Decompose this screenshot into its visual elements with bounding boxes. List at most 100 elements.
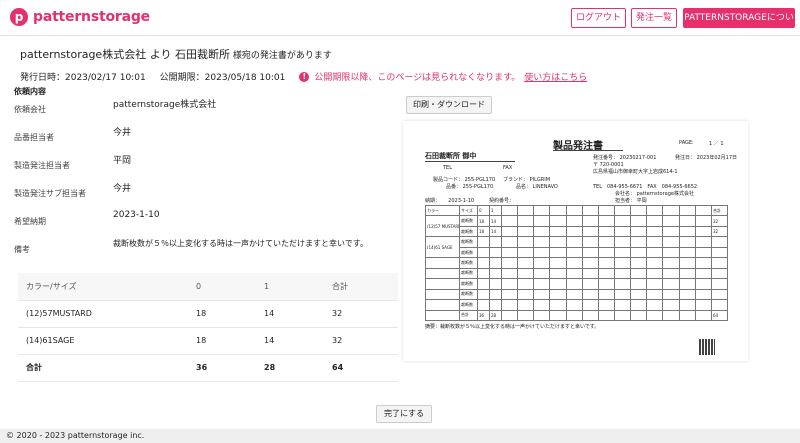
grid-total-cell: 28 (489, 309, 502, 322)
grid-cut-label: 裁断数 (459, 288, 478, 301)
footer: © 2020 - 2023 patternstorage inc. (0, 429, 800, 443)
grid-total-cell: 36 (477, 309, 490, 322)
app-header: p patternstorage ログアウト 発注一覧 PATTERNSTORA… (0, 0, 800, 41)
cell-color: (14)61SAGE (18, 327, 188, 355)
table-row: (14)61SAGE 18 14 32 (18, 327, 398, 355)
grid-row-total: 32 (711, 215, 728, 227)
logout-button[interactable]: ログアウト (571, 8, 626, 28)
grid-total-row: 合計 36 28 64 (425, 309, 728, 322)
row-label-product-manager: 品番担当者 (14, 133, 54, 142)
doc-fax: FAX (503, 165, 513, 171)
grid-size-0: 0 (477, 204, 490, 217)
grid-color-label: カラー (425, 204, 460, 217)
grid-grand-total: 64 (711, 309, 728, 322)
quantity-table: カラー/サイズ 0 1 合計 (12)57MUSTARD 18 14 32 (1… (18, 273, 398, 382)
doc-order-no: 発注番号： 20230217-001 (593, 155, 657, 161)
grid-cell: 14 (489, 225, 502, 238)
grid-row: 裁断数 (425, 278, 728, 290)
doc-page-label: PAGE: (679, 140, 694, 146)
grid-cut-label: 裁断数 (459, 278, 478, 290)
grid-cut-label: 裁断数 (459, 299, 478, 311)
doc-person: 担当者： 平岡 (615, 198, 647, 204)
doc-item-no: 品番： 255-PGL170 (446, 184, 494, 190)
header-size-1: 1 (256, 273, 324, 301)
doc-tel: TEL (443, 165, 452, 171)
grid-row: 裁断数 (425, 257, 728, 269)
doc-company: 会社名： patternstorage株式会社 (615, 191, 694, 197)
table-total-row: 合計 36 28 64 (18, 354, 398, 382)
row-label-order-manager: 製造発注担当者 (14, 161, 70, 170)
doc-product-code: 製品コード： 255-PGL170 (433, 177, 496, 183)
cell-total-qty: 28 (256, 354, 324, 382)
title-suffix: 様宛の発注書があります (230, 51, 332, 61)
cell-qty: 14 (256, 300, 324, 328)
grid-size-label: サイズ (459, 204, 478, 217)
doc-delivery: 納期： 2023-1-10 (425, 198, 475, 204)
doc-recipient: 石田裁断所 御中 (425, 152, 477, 160)
doc-title-underline (553, 150, 623, 151)
grid-cut-label: 裁断数 (459, 267, 478, 280)
logo-text: patternstorage (33, 9, 150, 25)
row-value-note: 裁断枚数が５％以上変化する時は一声かけていただけますと幸いです。 (113, 239, 368, 248)
page-title: patternstorage株式会社 より 石田裁断所 様宛の発注書があります (20, 46, 332, 62)
grid-row: 裁断数 18 14 32 (426, 225, 728, 238)
title-connector: より (146, 48, 175, 61)
order-document-preview: 製品発注書 PAGE: 1 ／ 1 石田裁断所 御中 TEL FAX 発注番号：… (403, 121, 748, 361)
row-value-order-manager: 平岡 (113, 156, 132, 166)
table-header-row: カラー/サイズ 0 1 合計 (18, 273, 398, 301)
doc-quantity-grid: カラー サイズ 0 1 合計 (12)57 MUSTARD 裁断数 18 14 … (425, 204, 728, 322)
cell-total-qty: 36 (188, 354, 256, 382)
grid-total-label: 合計 (711, 204, 728, 217)
order-meta: 発行日時：2023/02/17 10:01 公開期限：2023/05/18 10… (20, 70, 587, 83)
doc-postal: 〒 720-0001 (593, 162, 624, 168)
help-link[interactable]: 使い方はこちら (524, 70, 587, 83)
complete-button[interactable]: 完了にする (376, 405, 432, 423)
header-size-0: 0 (188, 273, 256, 301)
grid-row1-color: (12)57 MUSTARD (425, 215, 460, 238)
cell-qty: 18 (188, 327, 256, 355)
logo[interactable]: p patternstorage (10, 8, 150, 26)
header-color-size: カラー/サイズ (18, 273, 188, 301)
grid-total-row-label: 合計 (459, 309, 478, 322)
doc-recipient-underline (425, 161, 515, 162)
grid-row: (12)57 MUSTARD 裁断数 18 14 32 (425, 215, 728, 238)
print-download-button[interactable]: 印刷・ダウンロード (406, 96, 492, 114)
grid-row: 裁断数 (425, 288, 728, 301)
cell-grand-total: 64 (324, 354, 398, 382)
grid-row: (14)61 SAGE 裁断数 (425, 236, 728, 259)
doc-company-tel: TEL 084-955-6671 FAX 084-955-6652 (593, 184, 698, 190)
table-row: (12)57MUSTARD 18 14 32 (18, 300, 398, 328)
header-total: 合計 (324, 273, 398, 301)
doc-contract: 契約番号： (489, 198, 515, 204)
about-button[interactable]: PATTERNSTORAGEについて (683, 8, 795, 41)
grid-row: 裁断数 (425, 267, 728, 280)
grid-size-1: 1 (489, 204, 502, 217)
doc-page-value: 1 ／ 1 (709, 141, 724, 147)
row-label-delivery: 希望納期 (14, 217, 46, 226)
row-value-sub-manager: 今井 (113, 184, 132, 194)
row-label-sub-manager: 製造発注サブ担当者 (14, 189, 86, 198)
grid-row-total: 32 (711, 225, 728, 238)
grid-cut-label: 裁断数 (459, 246, 478, 259)
cell-color: (12)57MUSTARD (18, 300, 188, 328)
doc-note: 摘要：裁断枚数が５％以上変化する時は一声かけていただけますと幸いです。 (425, 324, 600, 330)
grid-row: 裁断数 (426, 246, 728, 259)
doc-material: 品名： LINENAVO (516, 184, 558, 190)
row-value-delivery: 2023-1-10 (113, 210, 160, 220)
grid-cut-label: 裁断数 (459, 215, 478, 227)
grid-cut-label: 裁断数 (459, 236, 478, 248)
doc-address: 広島県福山市御幸町大字上岩成614-1 (593, 169, 678, 175)
grid-cut-label: 裁断数 (459, 225, 478, 238)
expiry-warning: 公開期限以降、このページは見られなくなります。 (314, 73, 521, 83)
grid-cell: 14 (489, 215, 502, 227)
request-heading: 依頼内容 (14, 87, 46, 96)
grid-cell: 18 (477, 215, 490, 227)
grid-cell: 18 (477, 225, 490, 238)
cell-qty: 14 (256, 327, 324, 355)
receiver-name: 石田裁断所 (175, 48, 230, 61)
doc-issue-date: 発注日： 2023年02月17日 (675, 155, 738, 161)
exclamation-circle-icon: ! (299, 71, 310, 82)
public-limit: 公開期限：2023/05/18 10:01 (159, 73, 286, 83)
order-list-button[interactable]: 発注一覧 (631, 8, 677, 28)
row-value-company: patternstorage株式会社 (113, 100, 217, 110)
